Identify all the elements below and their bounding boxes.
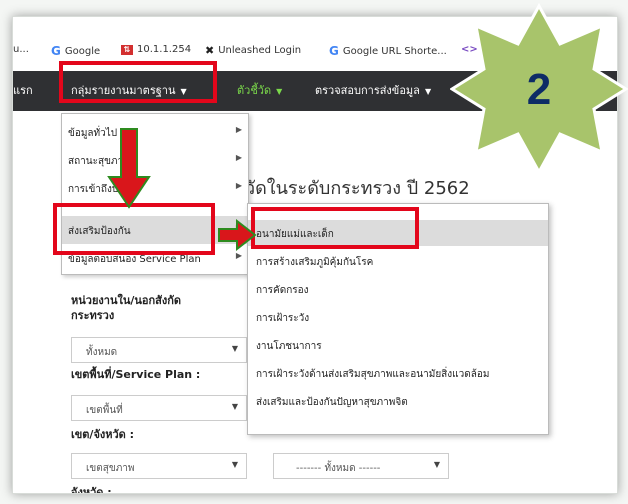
- chevron-right-icon: ▶: [235, 181, 242, 190]
- caret-down-icon: ▼: [180, 87, 187, 96]
- chevron-down-icon: ▼: [433, 460, 440, 469]
- step-number: 2: [527, 65, 551, 114]
- chevron-down-icon: ▼: [231, 402, 238, 411]
- standard-reports-dropdown: ข้อมูลทั่วไป ▶ สถานะสุขภาพ ▶ การเข้าถึงบ…: [61, 113, 249, 275]
- chevron-down-icon: ▼: [231, 460, 238, 469]
- bookmark-label: Unleashed Login: [218, 45, 302, 56]
- submenu-item-label: การสร้างเสริมภูมิคุ้มกันโรค: [256, 257, 374, 268]
- region-select[interactable]: เขตสุขภาพ ▼: [71, 453, 247, 479]
- unit-select-value: ทั้งหมด: [86, 347, 118, 358]
- submenu-item-surveillance[interactable]: การเฝ้าระวัง: [248, 304, 548, 330]
- unit-label: หน่วยงานใน/นอกสังกัด: [71, 294, 182, 307]
- bookmark-unleashed[interactable]: ✖ Unleashed Login: [205, 44, 301, 57]
- menu-item-label: ข้อมูลตอบสนอง Service Plan: [68, 254, 201, 265]
- caret-down-icon: ▼: [276, 87, 283, 96]
- bookmark-google[interactable]: G Google: [51, 44, 100, 58]
- submenu-item-label: การเฝ้าระวัง: [256, 313, 310, 324]
- chevron-down-icon: ▼: [231, 344, 238, 353]
- nav-indicators[interactable]: ตัวชี้วัด ▼: [237, 71, 282, 111]
- google-icon: G: [329, 44, 339, 58]
- submenu-item-immunization[interactable]: การสร้างเสริมภูมิคุ้มกันโรค: [248, 248, 548, 274]
- promotion-prevention-submenu: อนามัยแม่และเด็ก การสร้างเสริมภูมิคุ้มกั…: [247, 203, 549, 435]
- menu-item-general-info[interactable]: ข้อมูลทั่วไป ▶: [62, 118, 248, 146]
- submenu-item-label: งานโภชนาการ: [256, 341, 322, 352]
- bookmark-item[interactable]: u...: [13, 44, 29, 55]
- submenu-item-label: อนามัยแม่และเด็ก: [256, 229, 334, 240]
- all-select-value: ------- ทั้งหมด ------: [296, 463, 381, 474]
- all-select[interactable]: ------- ทั้งหมด ------ ▼: [273, 453, 449, 479]
- arrow-right-icon: [218, 218, 257, 252]
- arrow-down-icon: [107, 128, 151, 209]
- unit-label-line2: กระทรวง: [71, 309, 115, 322]
- unit-select[interactable]: ทั้งหมด ▼: [71, 337, 247, 363]
- area-select[interactable]: เขตพื้นที่ ▼: [71, 395, 247, 421]
- menu-item-health-status[interactable]: สถานะสุขภาพ ▶: [62, 146, 248, 174]
- submenu-item-label: การเฝ้าระวังด้านส่งเสริมสุขภาพและอนามัยส…: [256, 369, 490, 380]
- step-star-icon: 2: [450, 2, 628, 176]
- bookmark-google-shortener[interactable]: G Google URL Shorte...: [329, 44, 447, 58]
- submenu-item-env-health-surveillance[interactable]: การเฝ้าระวังด้านส่งเสริมสุขภาพและอนามัยส…: [248, 360, 548, 386]
- nav-data-check-label: ตรวจสอบการส่งข้อมูล: [315, 84, 420, 97]
- network-icon: ⇅: [121, 44, 133, 55]
- chevron-right-icon: ▶: [235, 125, 242, 134]
- google-icon: G: [51, 44, 61, 58]
- nav-home-label: แรก: [13, 84, 33, 97]
- submenu-item-nutrition[interactable]: งานโภชนาการ: [248, 332, 548, 358]
- area-label: เขตพื้นที่/Service Plan :: [71, 368, 201, 381]
- submenu-item-label: ส่งเสริมและป้องกันปัญหาสุขภาพจิต: [256, 397, 408, 408]
- region-select-value: เขตสุขภาพ: [86, 463, 135, 474]
- menu-item-service-access[interactable]: การเข้าถึงบริการ ▶: [62, 174, 248, 202]
- nav-standard-reports-label: กลุ่มรายงานมาตรฐาน: [71, 84, 176, 97]
- nav-standard-reports[interactable]: กลุ่มรายงานมาตรฐาน ▼: [71, 71, 187, 111]
- bookmark-router[interactable]: ⇅ 10.1.1.254: [121, 44, 191, 55]
- bookmark-label: 10.1.1.254: [137, 44, 192, 55]
- submenu-item-maternal-child[interactable]: อนามัยแม่และเด็ก: [248, 220, 548, 246]
- submenu-item-mental-health[interactable]: ส่งเสริมและป้องกันปัญหาสุขภาพจิต: [248, 388, 548, 414]
- region-label: เขต/จังหวัด :: [71, 428, 135, 441]
- area-select-value: เขตพื้นที่: [86, 405, 123, 416]
- page-title: วัดในระดับกระทรวง ปี 2562: [245, 178, 470, 199]
- caret-down-icon: ▼: [424, 87, 432, 96]
- nav-home[interactable]: แรก: [13, 71, 33, 111]
- submenu-item-label: การคัดกรอง: [256, 285, 309, 296]
- bookmark-label: Google: [64, 45, 101, 57]
- submenu-item-screening[interactable]: การคัดกรอง: [248, 276, 548, 302]
- province-label: จังหวัด :: [71, 486, 112, 494]
- bookmark-label: Google URL Shorte...: [342, 45, 447, 57]
- unleashed-icon: ✖: [205, 44, 215, 57]
- chevron-right-icon: ▶: [235, 251, 242, 260]
- nav-indicators-label: ตัวชี้วัด: [237, 84, 272, 97]
- nav-data-check[interactable]: ตรวจสอบการส่งข้อมูล ▼: [315, 71, 431, 111]
- menu-item-label: ส่งเสริมป้องกัน: [68, 226, 131, 237]
- bookmark-label: u...: [13, 44, 29, 55]
- chevron-right-icon: ▶: [235, 153, 242, 162]
